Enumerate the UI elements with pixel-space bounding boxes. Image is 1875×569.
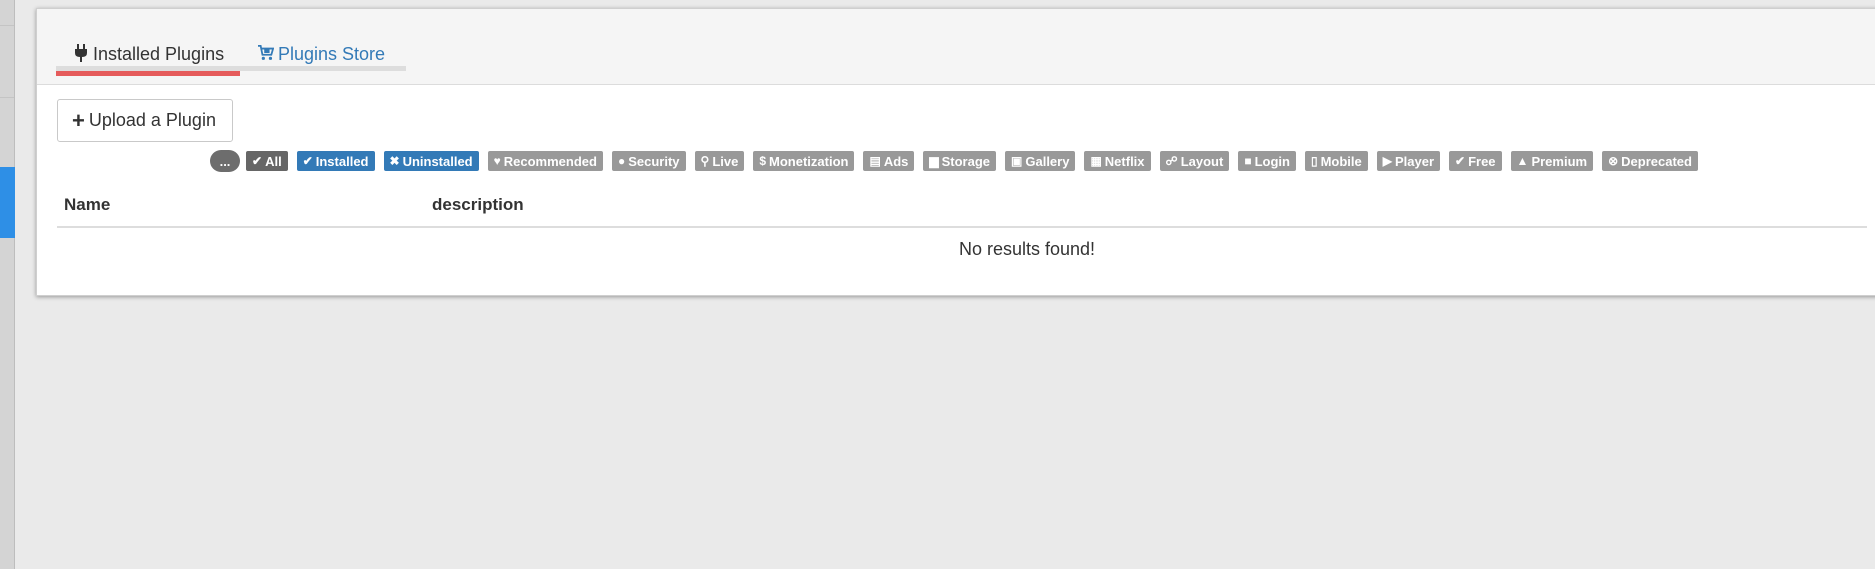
mobile-icon: ▯ [1310, 154, 1318, 168]
plugins-table: Name description No results found! [57, 184, 1867, 260]
filter-label: Netflix [1104, 153, 1145, 169]
dollar-icon: $ [759, 154, 767, 168]
check-icon: ✔ [302, 154, 313, 168]
filter-label: Recommended [503, 153, 597, 169]
more-label: ... [219, 153, 231, 169]
filter-label: Layout [1180, 153, 1224, 169]
filter-label: Storage [941, 153, 991, 169]
upload-button-label: Upload a Plugin [88, 110, 216, 130]
filter-storage[interactable]: ▆ Storage [923, 151, 997, 171]
filter-login[interactable]: ■ Login [1238, 151, 1296, 171]
filter-label: Gallery [1025, 153, 1070, 169]
plugins-panel: Installed Plugins Plugins Store + Upload… [36, 8, 1875, 296]
filter-live[interactable]: ⚲ Live [694, 151, 745, 171]
double-check-icon: ✔ [252, 154, 263, 168]
heart-icon: ♥ [493, 154, 501, 168]
filter-label: Login [1254, 153, 1290, 169]
thumbs-up-icon: ▲ [1516, 154, 1529, 168]
column-header-description[interactable]: description [432, 195, 1867, 215]
tab-installed-plugins[interactable]: Installed Plugins [56, 29, 240, 76]
filter-monetization[interactable]: $ Monetization [753, 151, 855, 171]
filter-label: Premium [1531, 153, 1588, 169]
plus-icon: + [72, 107, 85, 133]
tab-label: Installed Plugins [93, 44, 225, 64]
times-icon: ✖ [389, 154, 400, 168]
filter-installed[interactable]: ✔ Installed [296, 151, 375, 171]
filter-bar: ... ✔ All ✔ Installed ✖ Uninstalled ♥ Recomm… [210, 150, 1707, 172]
filter-gallery[interactable]: ▣ Gallery [1005, 151, 1076, 171]
times-circle-icon: ⊗ [1608, 154, 1619, 168]
filter-all[interactable]: ✔ All [246, 151, 288, 171]
check-icon: ✔ [1455, 154, 1466, 168]
user-shield-icon: ● [617, 154, 626, 168]
filter-premium[interactable]: ▲ Premium [1510, 151, 1594, 171]
edge-divider [0, 25, 14, 26]
left-window-edge [0, 0, 15, 569]
filter-ads[interactable]: ▤ Ads [863, 151, 915, 171]
filter-label: Live [712, 153, 739, 169]
lock-icon: ■ [1244, 154, 1252, 168]
filter-label: Deprecated [1621, 153, 1692, 169]
filter-free[interactable]: ✔ Free [1449, 151, 1502, 171]
filter-label: Free [1468, 153, 1496, 169]
ad-icon: ▤ [869, 154, 881, 168]
play-circle-icon: ▶ [1382, 154, 1392, 168]
empty-message: No results found! [958, 239, 1096, 259]
edge-divider [0, 97, 14, 98]
filter-uninstalled[interactable]: ✖ Uninstalled [383, 151, 479, 171]
film-icon: ▦ [1090, 154, 1102, 168]
filter-label: Mobile [1320, 153, 1362, 169]
plugin-tabs: Installed Plugins Plugins Store [56, 29, 406, 76]
filter-player[interactable]: ▶ Player [1376, 151, 1441, 171]
cart-icon [258, 44, 274, 62]
filter-label: All [265, 153, 282, 169]
filter-label: Uninstalled [402, 153, 473, 169]
table-header: Name description [57, 184, 1867, 228]
edge-highlight [0, 167, 15, 238]
filter-recommended[interactable]: ♥ Recommended [487, 151, 603, 171]
upload-plugin-button[interactable]: + Upload a Plugin [57, 99, 233, 142]
broadcast-icon: ⚲ [700, 154, 710, 168]
filter-security[interactable]: ● Security [611, 151, 686, 171]
more-filters-button[interactable]: ... [210, 150, 240, 172]
column-header-name[interactable]: Name [57, 195, 432, 215]
filter-layout[interactable]: ☍ Layout [1159, 151, 1230, 171]
filter-label: Security [628, 153, 680, 169]
plug-icon [73, 44, 89, 62]
filter-label: Player [1394, 153, 1435, 169]
sitemap-icon: ☍ [1165, 154, 1178, 168]
filter-deprecated[interactable]: ⊗ Deprecated [1602, 151, 1698, 171]
panel-header: Installed Plugins Plugins Store [37, 9, 1875, 85]
filter-label: Ads [883, 153, 909, 169]
filter-label: Installed [315, 153, 369, 169]
filter-label: Monetization [769, 153, 849, 169]
filter-mobile[interactable]: ▯ Mobile [1304, 151, 1368, 171]
tab-plugins-store[interactable]: Plugins Store [240, 29, 385, 71]
images-icon: ▣ [1011, 154, 1023, 168]
filter-netflix[interactable]: ▦ Netflix [1084, 151, 1151, 171]
archive-icon: ▆ [929, 154, 939, 168]
tab-label: Plugins Store [278, 44, 386, 64]
